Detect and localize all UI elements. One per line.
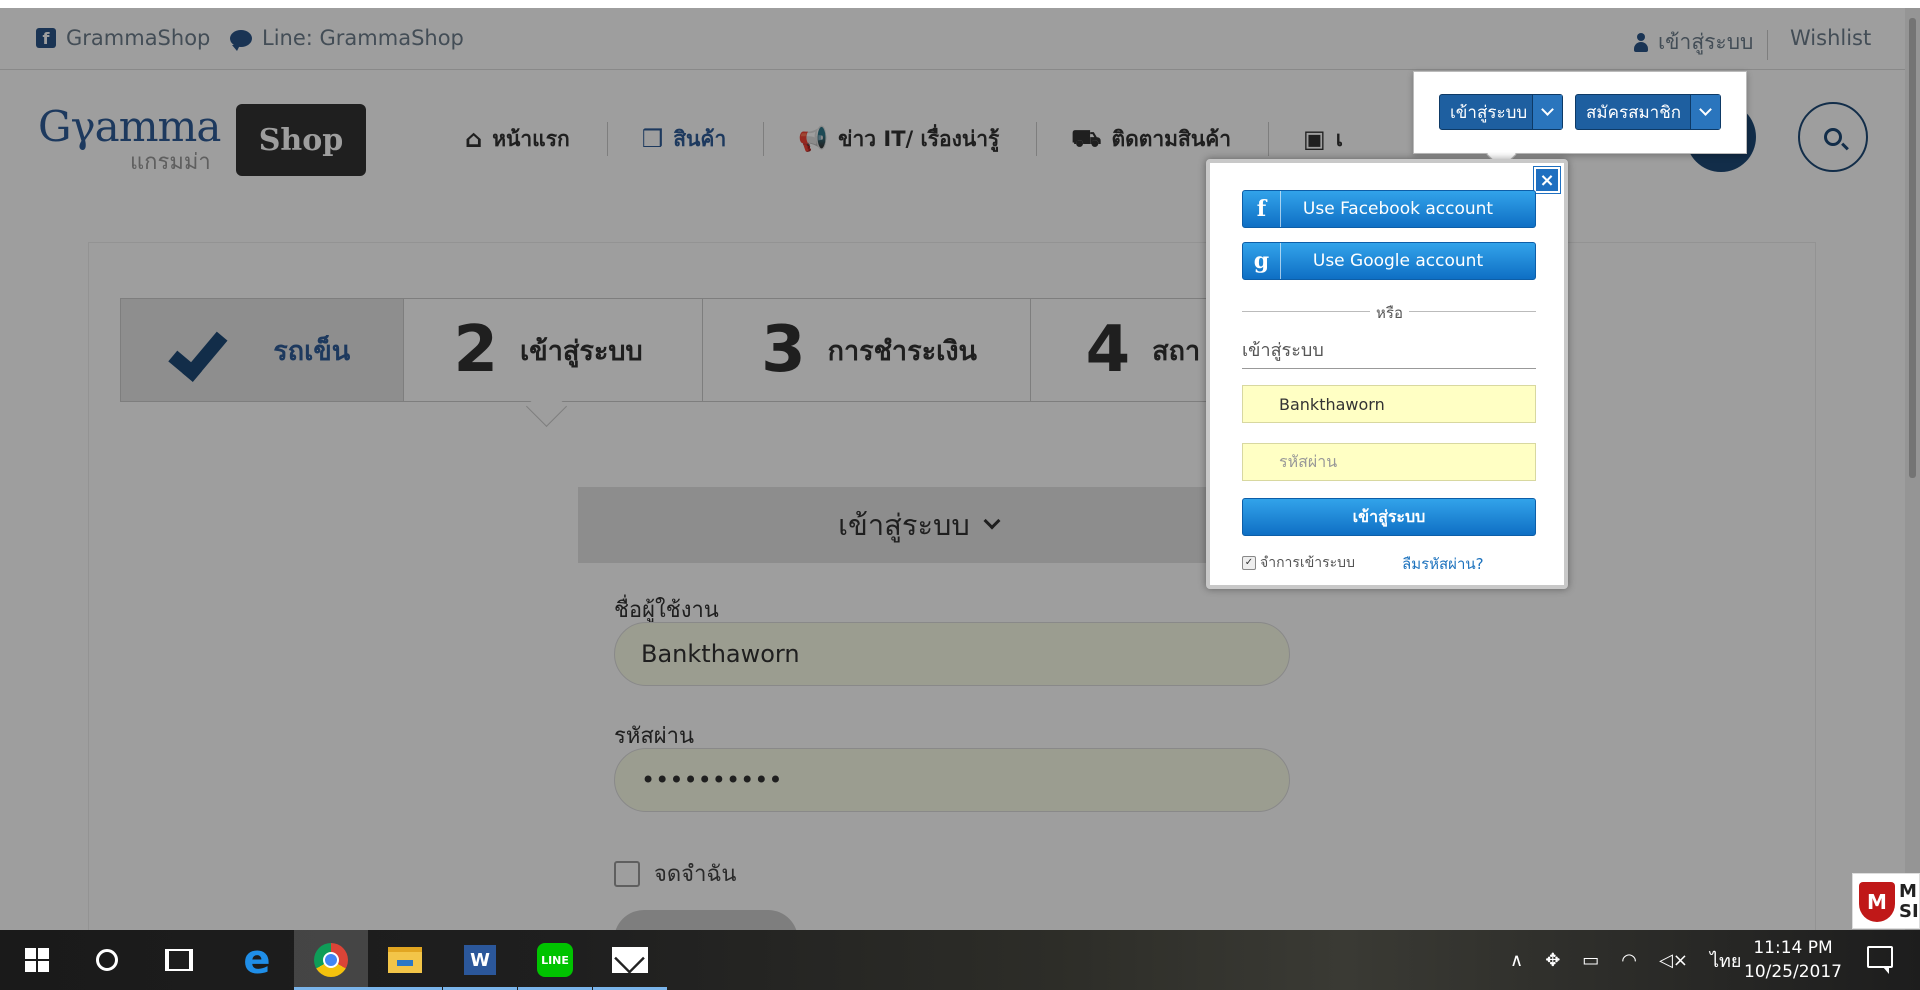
popup-remember[interactable]: ✓ จำการเข้าระบบ [1242, 552, 1355, 574]
popup-password-field[interactable]: รหัสผ่าน [1242, 443, 1536, 481]
folder-icon [388, 947, 422, 973]
notification-icon[interactable] [1867, 946, 1893, 974]
google-login-button[interactable]: g Use Google account [1242, 242, 1536, 280]
clock[interactable]: 11:14 PM 10/25/2017 [1738, 936, 1848, 984]
google-login-label: Use Google account [1312, 251, 1484, 271]
task-view-button[interactable] [142, 930, 216, 990]
battery-icon[interactable]: ▭ [1582, 950, 1599, 971]
chevron-down-icon[interactable] [1532, 95, 1562, 129]
windows-icon [25, 948, 49, 972]
system-tray: ∧ ✥ ▭ ◠ ◁× ไทย [1510, 930, 1741, 990]
mcafee-shield-icon: M [1859, 882, 1895, 922]
clock-time: 11:14 PM [1753, 938, 1833, 958]
dropdown-register-button[interactable]: สมัครสมาชิก [1575, 94, 1721, 130]
taskbar-line[interactable]: LINE [518, 930, 592, 990]
or-label: หรือ [1370, 301, 1409, 325]
taskbar-mail[interactable] [593, 930, 667, 990]
taskbar-edge[interactable]: e [220, 930, 294, 990]
popup-remember-checkbox[interactable]: ✓ [1242, 556, 1256, 570]
taskbar-word[interactable]: W [443, 930, 517, 990]
popup-username-field[interactable]: Bankthaworn [1242, 385, 1536, 423]
facebook-login-label: Use Facebook account [1302, 199, 1494, 219]
login-popup: × f Use Facebook account g Use Google ac… [1206, 159, 1568, 589]
dropdown-login-button[interactable]: เข้าสู่ระบบ [1439, 94, 1563, 130]
browser-page: f GrammaShop Line: GrammaShop เข้าสู่ระบ… [0, 0, 1920, 930]
taskbar-file-explorer[interactable] [368, 930, 442, 990]
divider [1242, 368, 1536, 369]
cortana-button[interactable] [70, 930, 144, 990]
mail-icon [612, 947, 648, 973]
volume-muted-icon[interactable]: ◁× [1659, 950, 1688, 971]
mcafee-badge-text: M SI [1899, 881, 1919, 922]
wifi-icon[interactable]: ◠ [1621, 950, 1637, 971]
dropbox-icon[interactable]: ✥ [1545, 950, 1560, 971]
windows-taskbar: e W LINE ∧ ✥ ▭ ◠ ◁× ไทย 11:14 PM 10/25/2… [0, 930, 1920, 990]
account-dropdown: เข้าสู่ระบบ สมัครสมาชิก [1413, 71, 1747, 154]
popup-section-title: เข้าสู่ระบบ [1242, 340, 1324, 361]
google-icon: g [1243, 243, 1281, 279]
close-icon[interactable]: × [1533, 166, 1561, 194]
word-icon: W [464, 945, 496, 975]
dropdown-login-label: เข้าสู่ระบบ [1450, 102, 1528, 123]
popup-remember-label: จำการเข้าระบบ [1260, 555, 1355, 571]
cortana-icon [96, 949, 118, 971]
start-button[interactable] [0, 930, 74, 990]
forgot-password-link[interactable]: ลืมรหัสผ่าน? [1402, 552, 1484, 576]
facebook-icon: f [1243, 191, 1281, 227]
facebook-login-button[interactable]: f Use Facebook account [1242, 190, 1536, 228]
line-app-icon: LINE [537, 943, 573, 977]
popup-login-button[interactable]: เข้าสู่ระบบ [1242, 498, 1536, 536]
clock-date: 10/25/2017 [1744, 962, 1842, 982]
input-language[interactable]: ไทย [1710, 946, 1741, 975]
chrome-icon [314, 943, 348, 977]
task-view-icon [165, 949, 193, 971]
dropdown-register-label: สมัครสมาชิก [1586, 102, 1682, 123]
mcafee-secure-badge[interactable]: M M SI [1852, 873, 1920, 929]
chevron-down-icon[interactable] [1690, 95, 1720, 129]
taskbar-chrome[interactable] [294, 930, 368, 990]
edge-icon: e [243, 937, 271, 983]
chevron-up-icon[interactable]: ∧ [1510, 950, 1523, 971]
